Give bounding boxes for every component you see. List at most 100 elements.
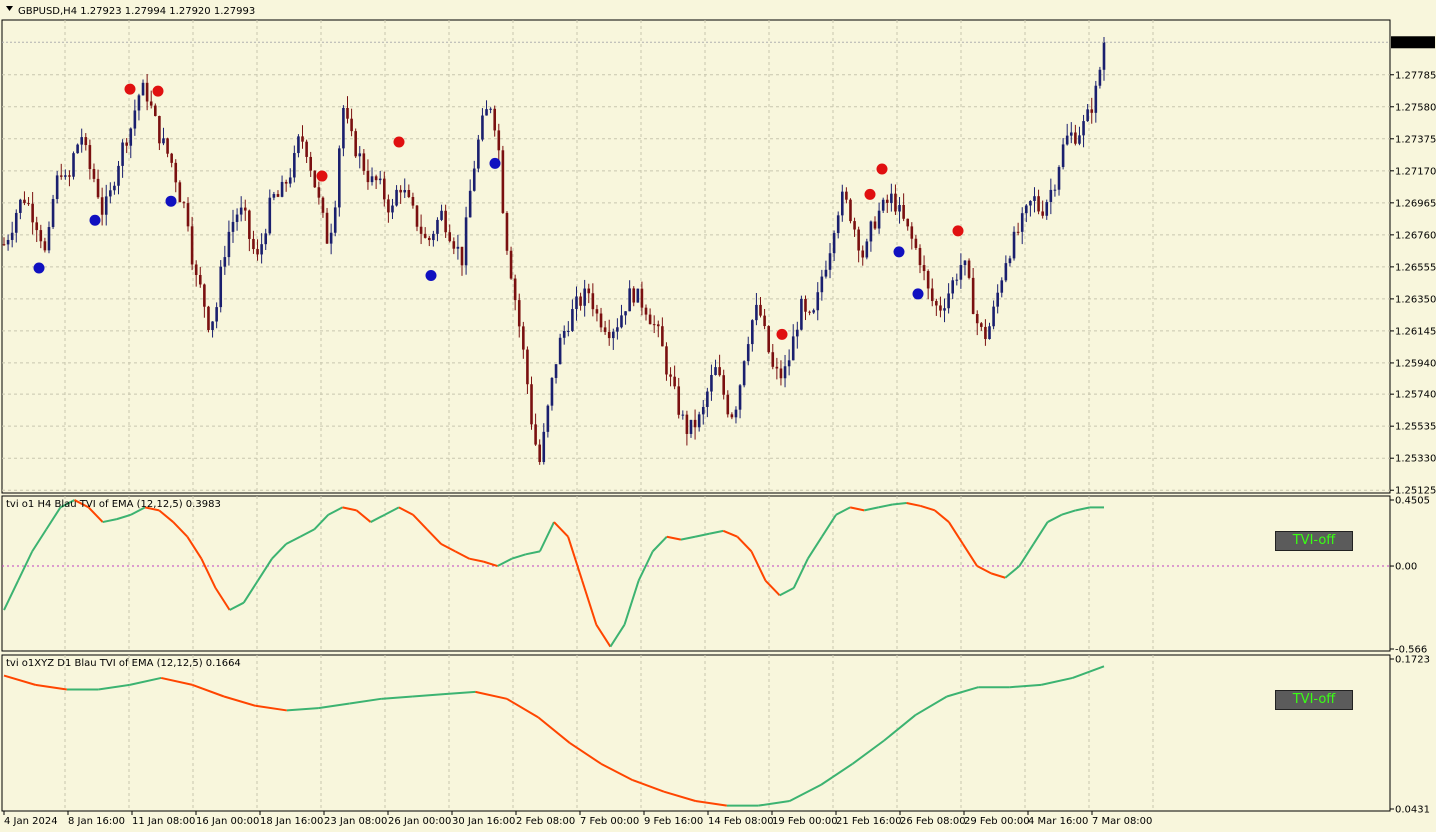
candle-body	[374, 176, 378, 181]
candle-body	[738, 385, 742, 410]
candle-body	[137, 95, 141, 111]
candle-body	[190, 226, 194, 265]
candle-body	[943, 308, 946, 311]
candle-body	[301, 136, 304, 142]
candle-body	[362, 153, 366, 171]
candle-body	[256, 249, 259, 255]
candle-body	[591, 293, 595, 310]
candle-body	[1074, 132, 1077, 144]
candle-body	[464, 217, 468, 266]
candle-body	[571, 309, 574, 331]
candle-body	[1045, 202, 1049, 216]
candle-body	[358, 153, 362, 157]
chart-background	[0, 0, 1436, 832]
candle-body	[661, 326, 664, 347]
candle-body	[477, 139, 480, 169]
chart-svg: 1.27785 1.27580 1.27375 1.27170 1.26965 1.267…	[0, 0, 1436, 832]
candle-body	[1049, 189, 1053, 203]
candle-body	[930, 288, 934, 302]
y-tick-label: 0.1723	[1395, 655, 1430, 666]
candle-body	[219, 266, 223, 308]
candle-body	[43, 241, 47, 251]
fractal-down-arrow-icon	[393, 136, 405, 148]
candle-body	[460, 246, 464, 266]
candle-body	[456, 246, 460, 249]
candle-body	[783, 366, 787, 379]
candle-body	[27, 203, 30, 205]
candle-body	[485, 109, 488, 116]
x-tick-label: 29 Feb 00:00	[964, 816, 1030, 827]
candle-body	[1000, 280, 1004, 293]
candle-body	[321, 197, 325, 213]
candle-body	[501, 150, 505, 213]
candle-body	[894, 193, 897, 212]
candle-body	[194, 264, 198, 275]
candle-body	[395, 189, 398, 206]
main-title: GBPUSD,H4 1.27923 1.27994 1.27920 1.2799…	[18, 6, 255, 17]
fractal-down-arrow-icon	[876, 163, 888, 175]
candle-body	[787, 360, 791, 367]
candle-body	[427, 237, 431, 241]
candle-body	[411, 196, 415, 206]
candle-body	[730, 414, 734, 418]
candle-body	[567, 330, 570, 332]
x-tick-label: 18 Jan 16:00	[260, 816, 323, 827]
candle-body	[440, 210, 443, 220]
x-tick-label: 14 Feb 08:00	[708, 816, 774, 827]
candle-body	[665, 346, 668, 375]
candle-body	[1078, 135, 1081, 144]
candle-body	[779, 368, 783, 379]
candle-body	[775, 366, 779, 369]
candle-body	[203, 284, 206, 307]
candle-body	[840, 191, 844, 216]
candle-body	[693, 419, 697, 428]
candle-body	[910, 226, 914, 239]
candle-body	[791, 336, 795, 361]
candle-body	[1086, 109, 1089, 122]
candle-body	[1025, 205, 1028, 214]
fractal-down-arrow-icon	[864, 188, 876, 200]
fractal-down-arrow-icon	[124, 83, 136, 95]
y-tick-label: 1.27580	[1395, 102, 1436, 113]
candle-body	[881, 199, 885, 211]
candle-body	[64, 175, 67, 177]
x-tick-label: 2 Feb 08:00	[516, 816, 575, 827]
candle-body	[174, 162, 178, 183]
candle-body	[158, 115, 161, 144]
candle-body	[644, 307, 648, 315]
candle-body	[1053, 189, 1057, 191]
candle-body	[51, 199, 55, 228]
candle-body	[231, 221, 235, 232]
candle-body	[751, 320, 754, 345]
y-tick-label: 0.0431	[1395, 805, 1430, 816]
candle-body	[1012, 231, 1016, 259]
candle-body	[432, 233, 435, 241]
candle-body	[452, 241, 456, 249]
candle-body	[771, 352, 775, 367]
candle-body	[673, 376, 676, 387]
candle-body	[59, 175, 63, 177]
candle-body	[109, 190, 112, 197]
candle-body	[853, 221, 856, 230]
fractal-up-arrow-icon	[912, 288, 924, 300]
candle-body	[1094, 85, 1098, 113]
candle-body	[534, 424, 537, 445]
candle-body	[80, 137, 83, 145]
candle-body	[313, 170, 317, 188]
y-tick-label: 1.25330	[1395, 454, 1436, 465]
tvi-off-button-1[interactable]: TVI-off	[1275, 531, 1353, 551]
candle-body	[280, 181, 284, 197]
tvi-off-button-2[interactable]: TVI-off	[1275, 690, 1353, 710]
fractal-up-arrow-icon	[165, 195, 177, 207]
y-tick-label: 1.25535	[1395, 422, 1436, 433]
candle-body	[689, 419, 693, 434]
candle-body	[31, 203, 34, 223]
candle-body	[121, 142, 124, 166]
candle-body	[1057, 167, 1061, 190]
candle-body	[1037, 196, 1040, 212]
candle-body	[550, 377, 554, 406]
candle-body	[763, 315, 766, 327]
candle-body	[19, 199, 22, 213]
candle-body	[55, 175, 59, 200]
candle-body	[354, 131, 357, 157]
